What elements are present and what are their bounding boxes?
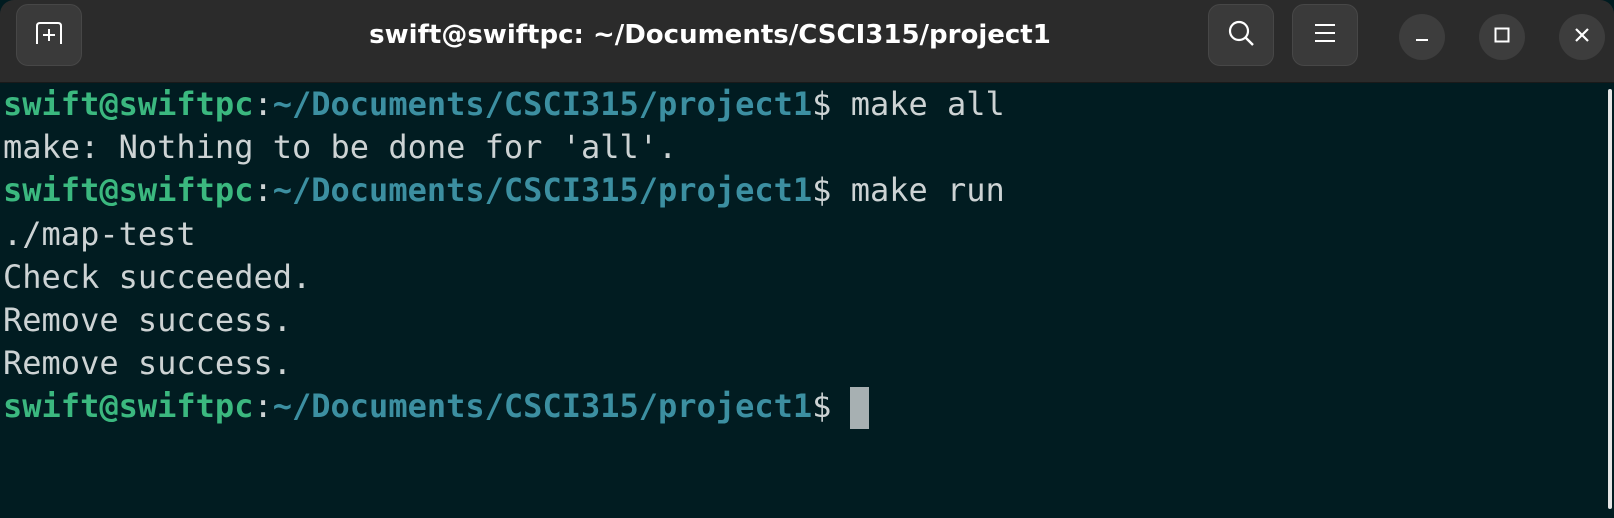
terminal-line: swift@swiftpc:~/Documents/CSCI315/projec… (3, 385, 1604, 430)
prompt-user-host: swift@swiftpc (3, 171, 254, 210)
new-tab-icon (34, 20, 64, 50)
terminal-window: swift@swiftpc: ~/Documents/CSCI315/proje… (0, 0, 1614, 518)
hamburger-menu-icon (1313, 22, 1337, 48)
prompt-symbol: $ (812, 171, 832, 210)
maximize-icon (1493, 26, 1511, 48)
prompt-separator: : (253, 387, 273, 426)
terminal-line: make: Nothing to be done for 'all'. (3, 128, 678, 167)
prompt-path: ~/Documents/CSCI315/project1 (272, 85, 813, 123)
window-title: swift@swiftpc: ~/Documents/CSCI315/proje… (369, 20, 1051, 50)
terminal-output[interactable]: swift@swiftpc:~/Documents/CSCI315/projec… (0, 83, 1604, 518)
search-icon (1226, 18, 1256, 52)
prompt-user-host: swift@swiftpc (3, 85, 254, 123)
title-bar[interactable]: swift@swiftpc: ~/Documents/CSCI315/proje… (0, 0, 1614, 83)
command-text: make run (831, 171, 1005, 210)
text-cursor (850, 387, 870, 430)
scrollbar-thumb[interactable] (1608, 89, 1612, 509)
minimize-button[interactable] (1399, 14, 1445, 60)
new-tab-button[interactable] (16, 4, 82, 66)
menu-button[interactable] (1292, 4, 1358, 66)
terminal-line: swift@swiftpc:~/Documents/CSCI315/projec… (3, 169, 1604, 212)
prompt-symbol: $ (812, 387, 832, 426)
close-icon (1573, 26, 1591, 48)
prompt-separator: : (253, 171, 273, 210)
minimize-icon (1413, 26, 1431, 48)
command-text: make all (831, 85, 1005, 123)
terminal-line: swift@swiftpc:~/Documents/CSCI315/projec… (3, 83, 1604, 126)
prompt-separator: : (253, 85, 273, 123)
prompt-user-host: swift@swiftpc (3, 387, 254, 426)
terminal-line: Check succeeded. (3, 257, 312, 296)
terminal-line: Remove success. (3, 344, 292, 383)
prompt-path: ~/Documents/CSCI315/project1 (272, 171, 813, 210)
terminal-line: Remove success. (3, 300, 292, 339)
prompt-symbol: $ (812, 85, 832, 123)
maximize-button[interactable] (1479, 14, 1525, 60)
terminal-line: ./map-test (3, 214, 196, 253)
prompt-path: ~/Documents/CSCI315/project1 (272, 387, 813, 426)
search-button[interactable] (1208, 4, 1274, 66)
scrollbar[interactable] (1606, 83, 1614, 518)
close-button[interactable] (1559, 14, 1605, 60)
